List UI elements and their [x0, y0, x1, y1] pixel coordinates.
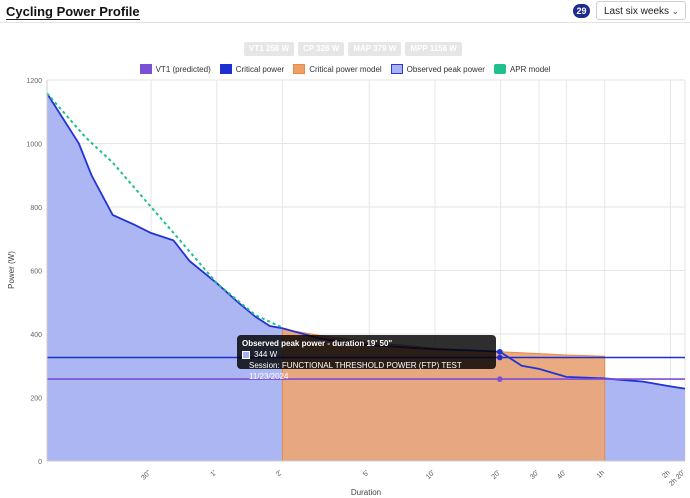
x-tick-label: 10' [425, 469, 436, 480]
tooltip-value-row: 344 W [242, 349, 491, 360]
tooltip-session: Session: FUNCTIONAL THRESHOLD POWER (FTP… [249, 361, 462, 381]
y-tick-label: 400 [30, 332, 42, 339]
chart-tooltip: Observed peak power - duration 19' 50" 3… [237, 335, 496, 381]
power-profile-chart[interactable]: 0 200 400 600 800 1000 1200 30" 1' 2' 5' 10' 20' 30' 4… [0, 0, 690, 498]
x-axis-label: Duration [351, 488, 381, 497]
x-tick-label: 30" [140, 469, 153, 482]
x-tick-label: 2' [275, 469, 284, 478]
y-tick-label: 1000 [26, 142, 42, 149]
x-tick-label: 2h 20' [668, 469, 686, 487]
y-tick-label: 600 [30, 269, 42, 276]
x-tick-label: 5' [362, 469, 371, 478]
y-tick-label: 0 [38, 459, 42, 466]
x-tick-label: 30' [529, 469, 540, 480]
chart-areas [47, 93, 685, 462]
tooltip-swatch [242, 350, 250, 359]
x-tick-label: 1h [596, 469, 607, 480]
y-tick-label: 800 [30, 205, 42, 212]
x-tick-label: 1' [210, 469, 219, 478]
y-tick-label: 1200 [26, 78, 42, 85]
x-tick-label: 2h [661, 469, 672, 480]
x-tick-label: 20' [491, 469, 502, 480]
tooltip-value: 344 W [254, 350, 278, 359]
x-tick-label: 40' [556, 469, 567, 480]
hover-point-observed [497, 348, 503, 355]
hover-point-cp [497, 354, 503, 361]
y-tick-label: 200 [30, 396, 42, 403]
hover-point-vt1 [497, 376, 503, 382]
tooltip-title: Observed peak power - duration 19' 50" [242, 339, 393, 348]
y-axis-label: Power (W) [7, 251, 16, 289]
